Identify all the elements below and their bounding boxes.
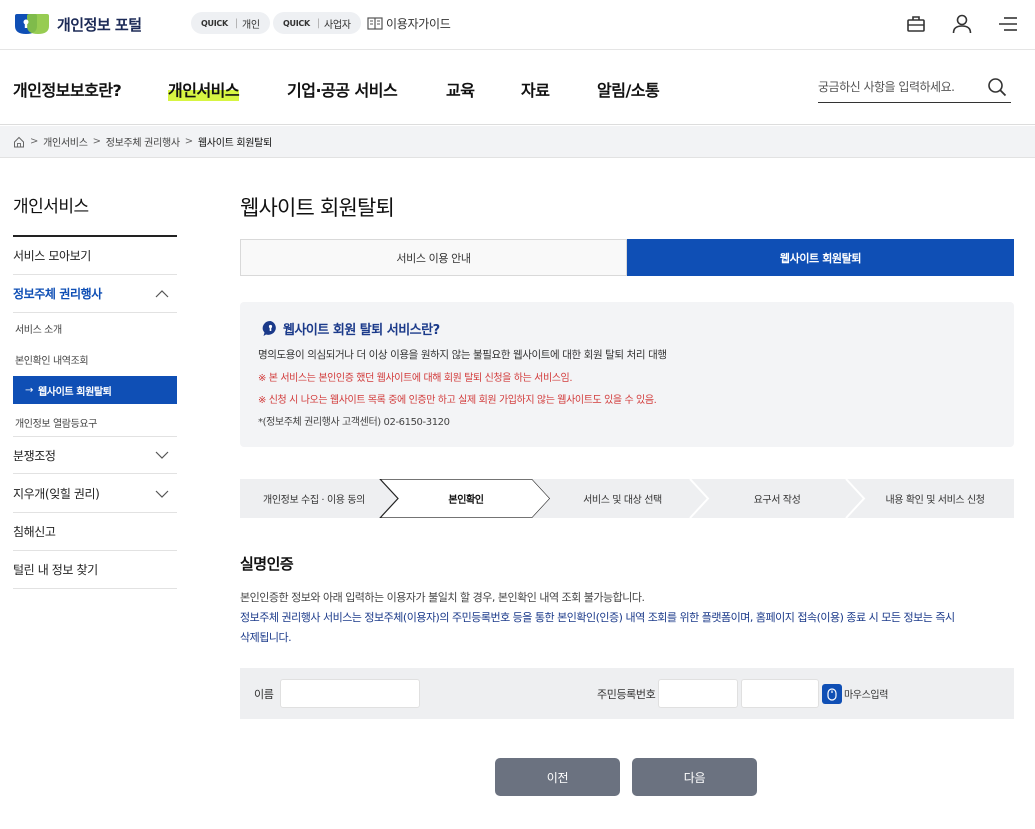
- search-box: [818, 73, 1011, 103]
- gnb-item-notice[interactable]: 알림/소통: [597, 77, 660, 101]
- sidebar-sub-website-withdrawal[interactable]: → 웹사이트 회원탈퇴: [13, 376, 177, 404]
- tab-website-withdrawal[interactable]: 웹사이트 회원탈퇴: [627, 239, 1014, 276]
- user-guide-link[interactable]: 이용자가이드: [367, 15, 451, 32]
- sidebar-item-label: 털린 내 정보 찾기: [13, 563, 98, 577]
- service-info-box: 웹사이트 회원 탈퇴 서비스란? 명의도용이 의심되거나 더 이상 이용을 원하…: [240, 302, 1014, 447]
- tab-service-guide[interactable]: 서비스 이용 안내: [240, 239, 627, 276]
- breadcrumb-item[interactable]: 개인서비스: [43, 134, 88, 149]
- name-label: 이름: [254, 688, 274, 701]
- sidebar-item-eraser[interactable]: 지우개(잊힐 권리): [13, 475, 177, 513]
- info-contact: *(정보주체 권리행사 고객센터) 02-6150-3120: [258, 417, 450, 428]
- page-title: 웹사이트 회원탈퇴: [240, 196, 395, 220]
- sidebar-item-label: 지우개(잊힐 권리): [13, 487, 100, 501]
- mouse-input-button[interactable]: [822, 684, 842, 704]
- logo-icon: [15, 14, 49, 34]
- sidebar-sub-label: 웹사이트 회원탈퇴: [37, 386, 112, 398]
- divider: |: [234, 17, 238, 29]
- sidebar-item-dispute[interactable]: 분쟁조정: [13, 436, 177, 474]
- quick-personal-label: 개인: [241, 19, 260, 31]
- main-navigation: 개인정보보호란? 개인서비스 기업·공공 서비스 교육 자료 알림/소통: [0, 51, 1035, 125]
- chevron-up-icon: [155, 289, 169, 297]
- rrn-label: 주민등록번호: [597, 688, 656, 701]
- sidebar-item-label: 침해신고: [13, 525, 56, 539]
- sidebar-item-label: 분쟁조정: [13, 448, 56, 463]
- gnb-item-about[interactable]: 개인정보보호란?: [13, 77, 122, 101]
- top-bar: 개인정보 포털 QUICK | 개인 QUICK | 사업자 이용자가이드: [0, 0, 1035, 50]
- quick-prefix: QUICK: [201, 18, 228, 28]
- sidebar-item-label: 정보주체 권리행사: [13, 287, 102, 301]
- info-note: ※ 신청 시 나오는 웹사이트 목록 중에 인증만 하고 실제 회원 가입하지 …: [258, 395, 657, 406]
- divider: |: [316, 17, 320, 29]
- search-input[interactable]: [818, 73, 978, 101]
- rrn-back-input[interactable]: [741, 679, 819, 708]
- quick-prefix: QUICK: [283, 18, 310, 28]
- sidebar-title: 개인서비스: [13, 197, 89, 217]
- guide-label: 이용자가이드: [386, 17, 451, 31]
- chevron-right-icon: >: [184, 136, 193, 147]
- mouse-input-label: 마우스입력: [844, 690, 889, 701]
- rrn-front-input[interactable]: [658, 679, 738, 708]
- step-request-form: 요구서 작성: [753, 495, 801, 506]
- step-confirm-apply: 내용 확인 및 서비스 신청: [885, 495, 985, 506]
- prev-button[interactable]: 이전: [495, 758, 620, 796]
- sidebar-item-infringement-report[interactable]: 침해신고: [13, 513, 177, 551]
- identity-form: 이름 주민등록번호 마우스입력: [240, 668, 1014, 719]
- info-title-text: 웹사이트 회원 탈퇴 서비스란?: [283, 323, 440, 338]
- mouse-icon: [827, 687, 837, 701]
- next-button[interactable]: 다음: [632, 758, 757, 796]
- step-service-selection: 서비스 및 대상 선택: [583, 495, 662, 506]
- sidebar-item-rights-exercise[interactable]: 정보주체 권리행사: [13, 275, 177, 313]
- gnb-item-personal-service[interactable]: 개인서비스: [168, 77, 240, 101]
- chevron-down-icon: [155, 490, 169, 498]
- gnb-item-education[interactable]: 교육: [446, 77, 475, 101]
- verify-privacy-notice-cont: 삭제됩니다.: [240, 631, 292, 644]
- info-description: 명의도용이 의심되거나 더 이상 이용을 원하지 않는 불필요한 웹사이트에 대…: [258, 349, 667, 361]
- sidebar-item-service-overview[interactable]: 서비스 모아보기: [13, 237, 177, 275]
- arrow-right-icon: →: [25, 384, 33, 396]
- quick-business-button[interactable]: QUICK | 사업자: [273, 12, 361, 34]
- user-icon[interactable]: [950, 12, 974, 36]
- chevron-right-icon: >: [30, 136, 39, 147]
- speech-bubble-icon: [262, 320, 276, 336]
- breadcrumb: > 개인서비스 > 정보주체 권리행사 > 웹사이트 회원탈퇴: [0, 126, 1035, 158]
- breadcrumb-current: 웹사이트 회원탈퇴: [197, 138, 272, 149]
- section-title: 실명인증: [240, 555, 294, 573]
- info-note: ※ 본 서비스는 본인인증 했던 웹사이트에 대해 회원 탈퇴 신청을 하는 서…: [258, 373, 573, 384]
- briefcase-icon[interactable]: [904, 12, 928, 36]
- sidebar-sub-service-intro[interactable]: 서비스 소개: [15, 321, 62, 336]
- quick-personal-button[interactable]: QUICK | 개인: [191, 12, 270, 34]
- step-identity-verification: 본인확인: [448, 495, 484, 506]
- verify-privacy-notice: 정보주체 권리행사 서비스는 정보주체(이용자)의 주민등록번호 등을 통한 본…: [240, 611, 955, 624]
- verify-notice: 본인인증한 정보와 아래 입력하는 이용자가 불일치 할 경우, 본인확인 내역…: [240, 591, 645, 604]
- sidebar-item-label: 서비스 모아보기: [13, 249, 91, 263]
- chevron-right-icon: >: [92, 136, 101, 147]
- sidebar-sub-access-request[interactable]: 개인정보 열람등요구: [15, 415, 97, 430]
- menu-icon[interactable]: [996, 12, 1020, 36]
- search-icon[interactable]: [987, 77, 1007, 97]
- name-input[interactable]: [280, 679, 420, 708]
- book-icon: [367, 17, 383, 30]
- breadcrumb-item[interactable]: 정보주체 권리행사: [106, 134, 180, 149]
- home-icon[interactable]: [13, 136, 25, 148]
- step-consent: 개인정보 수집 · 이용 동의: [263, 495, 365, 506]
- quick-business-label: 사업자: [323, 19, 351, 31]
- progress-steps: 개인정보 수집 · 이용 동의 본인확인 서비스 및 대상 선택 요구서 작성 …: [240, 479, 1014, 518]
- logo-text: 개인정보 포털: [57, 15, 142, 34]
- info-title: 웹사이트 회원 탈퇴 서비스란?: [262, 319, 440, 338]
- chevron-down-icon: [155, 451, 169, 459]
- sidebar-sub-verification-history[interactable]: 본인확인 내역조회: [15, 352, 89, 367]
- gnb-item-resources[interactable]: 자료: [521, 77, 550, 101]
- sidebar-item-leaked-info[interactable]: 털린 내 정보 찾기: [13, 551, 177, 589]
- portal-logo[interactable]: 개인정보 포털: [13, 11, 142, 37]
- gnb-item-business-service[interactable]: 기업·공공 서비스: [287, 77, 398, 101]
